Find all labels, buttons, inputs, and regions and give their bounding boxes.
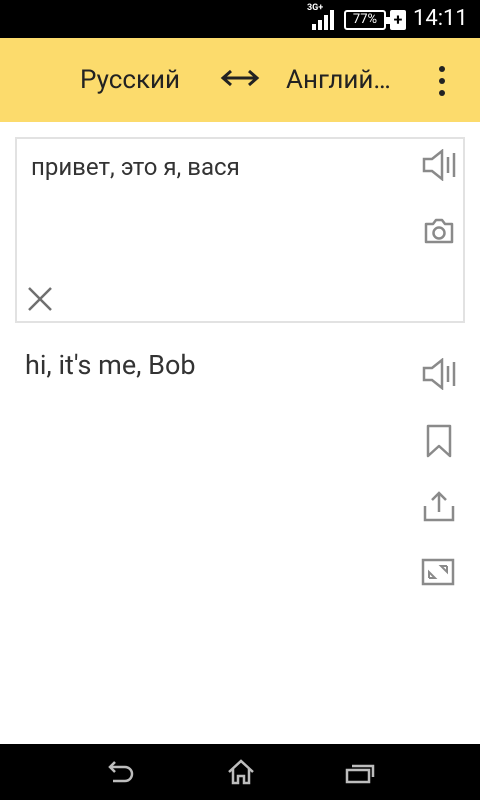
source-language-button[interactable]: Русский [80,65,180,95]
clock: 14:11 [413,6,468,31]
fullscreen-icon[interactable] [421,558,455,586]
back-icon[interactable] [105,760,135,784]
status-bar: 3G+ 77% + 14:11 [0,0,480,38]
home-icon[interactable] [227,758,255,786]
charging-icon: + [390,10,406,30]
share-icon[interactable] [423,490,455,522]
translation-text: hi, it's me, Bob [25,349,196,381]
speaker-icon[interactable] [422,149,456,181]
clear-icon[interactable] [27,286,53,312]
speaker-icon[interactable] [422,358,456,390]
bookmark-icon[interactable] [426,424,452,458]
camera-icon[interactable] [423,217,455,245]
input-area[interactable]: привет, это я, вася [15,137,465,323]
input-text[interactable]: привет, это я, вася [31,153,240,181]
recent-apps-icon[interactable] [345,762,375,784]
signal-icon [312,10,334,30]
double-arrow-icon[interactable] [219,63,261,93]
toolbar: Русский Английский [0,38,480,122]
battery-indicator: 77% [344,10,390,30]
overflow-menu-icon[interactable] [430,64,454,98]
navigation-bar [0,744,480,800]
target-language-button[interactable]: Английский [286,65,396,95]
